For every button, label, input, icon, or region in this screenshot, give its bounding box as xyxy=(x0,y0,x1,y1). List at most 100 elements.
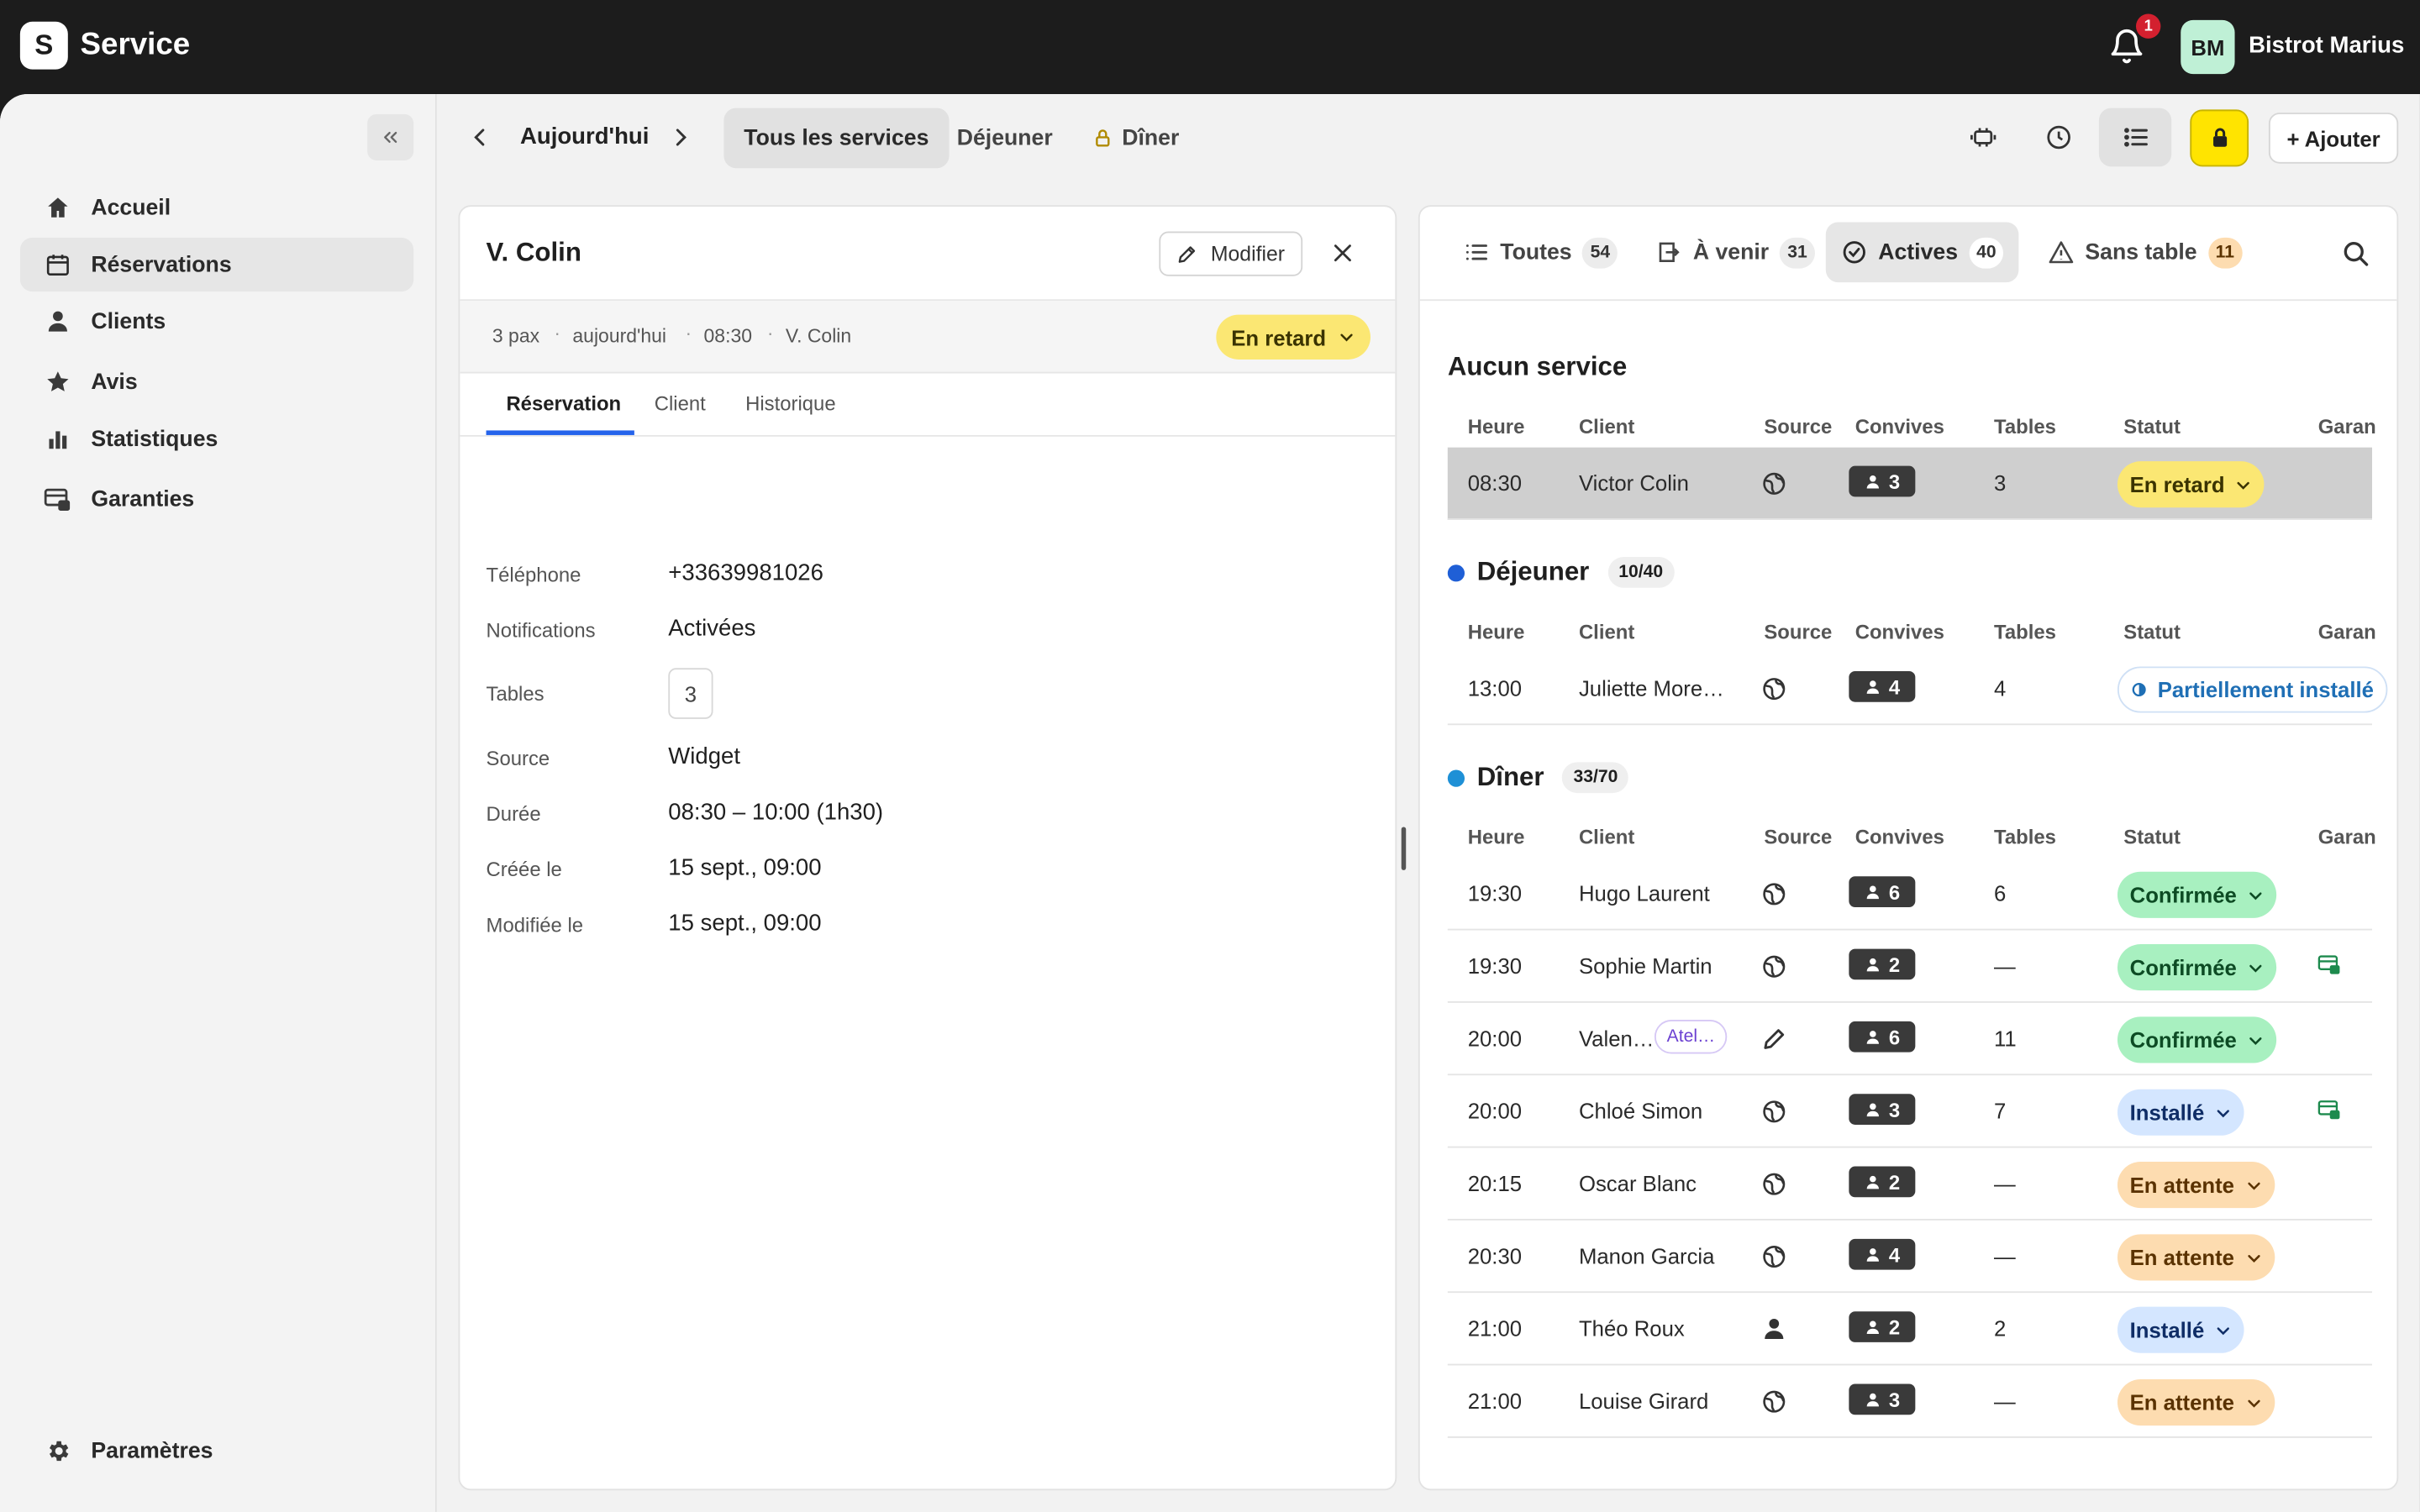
row-client[interactable]: Hugo Laurent xyxy=(1579,881,1710,906)
status-dropdown[interactable]: En attente xyxy=(2117,1379,2275,1426)
phone-value[interactable]: +33639981026 xyxy=(668,560,823,586)
table-layout-icon xyxy=(1970,128,1996,147)
status-dropdown[interactable]: En retard xyxy=(2117,461,2265,508)
account-name[interactable]: Bistrot Marius xyxy=(2249,33,2404,59)
tab-dejeuner[interactable]: Déjeuner xyxy=(937,108,1073,169)
table-row[interactable]: 20:15 Oscar Blanc 2 — En attente xyxy=(1447,1148,2373,1221)
row-client[interactable]: Louise Girard xyxy=(1579,1389,1708,1413)
partial-status-icon xyxy=(2131,682,2146,697)
avatar[interactable]: BM xyxy=(2181,19,2235,75)
add-reservation-button[interactable]: + Ajouter xyxy=(2268,113,2399,164)
next-day-button[interactable] xyxy=(666,122,697,153)
tab-label: Sans table xyxy=(2085,239,2197,265)
modify-button[interactable]: Modifier xyxy=(1159,231,1303,276)
timeline-button[interactable] xyxy=(2022,108,2094,167)
status-label: En attente xyxy=(2129,1172,2234,1198)
double-chevron-left-icon xyxy=(384,131,397,144)
section-title-text: Aucun service xyxy=(1447,351,1628,381)
table-row[interactable]: 08:30 Victor Colin 3 3 En retard xyxy=(1447,447,2373,520)
sidebar-item-statistiques[interactable]: Statistiques xyxy=(20,412,413,465)
row-client[interactable]: Théo Roux xyxy=(1579,1316,1685,1341)
status-dropdown[interactable]: En attente xyxy=(2117,1234,2275,1281)
row-client[interactable]: Victor Colin xyxy=(1579,470,1689,495)
sidebar-item-garanties[interactable]: Garanties xyxy=(20,472,413,526)
list-view-button[interactable] xyxy=(2098,108,2172,167)
row-client[interactable]: Oscar Blanc xyxy=(1579,1171,1697,1195)
table-row[interactable]: 20:00 Valen… Atel… 6 11 Confirmée xyxy=(1447,1003,2373,1076)
globe-icon xyxy=(1761,1243,1787,1269)
service-section-title: Aucun service xyxy=(1448,352,1627,383)
guests-badge: 2 xyxy=(1849,1166,1916,1198)
row-client[interactable]: Sophie Martin xyxy=(1579,953,1712,978)
sidebar-item-accueil[interactable]: Accueil xyxy=(20,181,413,234)
person-icon xyxy=(1761,1316,1787,1342)
tab-toutes[interactable]: Toutes 54 xyxy=(1448,222,1634,282)
status-dropdown[interactable]: Partiellement installé xyxy=(2117,666,2388,713)
close-detail-button[interactable] xyxy=(1328,238,1359,269)
column-header: Garan xyxy=(2317,825,2376,849)
status-label: Partiellement installé xyxy=(2157,677,2374,702)
table-row[interactable]: 19:30 Sophie Martin 2 — Confirmée xyxy=(1447,931,2373,1003)
tab-reservation[interactable]: Réservation xyxy=(506,392,621,416)
check-circle-icon xyxy=(1843,241,1865,264)
chevron-down-icon xyxy=(2248,886,2265,903)
tab-a-venir[interactable]: À venir 31 xyxy=(1640,222,1830,282)
app-logo[interactable]: S xyxy=(19,21,68,70)
close-icon xyxy=(1334,244,1351,262)
row-client[interactable]: Manon Garcia xyxy=(1579,1243,1715,1268)
sidebar-item-avis[interactable]: Avis xyxy=(20,354,413,408)
row-tables: 4 xyxy=(1994,675,2007,701)
pencil-icon xyxy=(1761,1026,1787,1052)
status-label: En attente xyxy=(2129,1389,2234,1415)
panel-resize-handle[interactable] xyxy=(1401,827,1407,870)
current-date[interactable]: Aujourd'hui xyxy=(520,123,649,150)
row-client[interactable]: Valen… xyxy=(1579,1026,1655,1050)
reservation-meta: 3 pax · aujourd'hui · 08:30 · V. Colin E… xyxy=(460,301,1396,374)
tab-diner[interactable]: Dîner xyxy=(1073,108,1200,169)
status-dropdown[interactable]: En attente xyxy=(2117,1162,2275,1209)
status-dropdown[interactable]: Installé xyxy=(2117,1306,2245,1353)
detail-header: V. Colin Modifier xyxy=(460,207,1396,302)
table-row[interactable]: 13:00 Juliette More… 4 4 Partiellement insta… xyxy=(1447,653,2388,726)
table-row[interactable]: 21:00 Louise Girard 3 — En attente xyxy=(1447,1365,2373,1438)
table-chip[interactable]: 3 xyxy=(668,668,713,719)
floor-plan-button[interactable] xyxy=(1946,108,2018,167)
lock-service-button[interactable] xyxy=(2191,111,2248,165)
row-tables: — xyxy=(1994,1171,2016,1196)
chevron-down-icon xyxy=(2215,1321,2232,1338)
table-row[interactable]: 19:30 Hugo Laurent 6 6 Confirmée xyxy=(1447,858,2373,931)
guests-badge: 2 xyxy=(1849,948,1916,980)
sidebar-item-parametres[interactable]: Paramètres xyxy=(20,1424,413,1478)
tab-sans-table[interactable]: Sans table 11 xyxy=(2033,222,2258,282)
tab-count: 40 xyxy=(1968,236,2004,268)
collapse-sidebar-button[interactable] xyxy=(367,113,414,161)
guests-badge: 6 xyxy=(1849,1021,1916,1053)
sidebar-item-label: Avis xyxy=(91,369,138,395)
meta-day: aujourd'hui xyxy=(572,325,667,348)
column-header: Statut xyxy=(2123,825,2181,849)
status-dropdown[interactable]: Confirmée xyxy=(2117,871,2277,918)
table-row[interactable]: 20:30 Manon Garcia 4 — En attente xyxy=(1447,1221,2373,1294)
tab-client[interactable]: Client xyxy=(655,392,706,416)
column-header: Source xyxy=(1764,825,1833,849)
table-row[interactable]: 21:00 Théo Roux 2 2 Installé xyxy=(1447,1293,2373,1366)
tab-actives[interactable]: Actives 40 xyxy=(1825,222,2020,283)
status-dropdown[interactable]: Confirmée xyxy=(2117,1016,2277,1063)
previous-day-button[interactable] xyxy=(465,122,496,153)
tab-historique[interactable]: Historique xyxy=(745,392,836,416)
status-dropdown[interactable]: Confirmée xyxy=(2117,944,2277,991)
row-client[interactable]: Chloé Simon xyxy=(1579,1099,1702,1123)
guests-badge: 6 xyxy=(1849,876,1916,907)
detail-tabs: Réservation Client Historique xyxy=(460,373,1396,437)
tab-all-services[interactable]: Tous les services xyxy=(723,108,950,169)
sidebar-item-clients[interactable]: Clients xyxy=(20,295,413,349)
warning-icon xyxy=(2049,241,2074,264)
row-client[interactable]: Juliette More… xyxy=(1579,675,1724,700)
search-icon[interactable] xyxy=(2339,238,2370,269)
status-dropdown[interactable]: Installé xyxy=(2117,1089,2245,1136)
status-dropdown[interactable]: En retard xyxy=(1216,314,1370,360)
table-row[interactable]: 20:00 Chloé Simon 3 7 Installé xyxy=(1447,1075,2373,1148)
sidebar-item-reservations[interactable]: Réservations xyxy=(19,237,414,292)
service-section-title: Déjeuner 10/40 xyxy=(1447,557,1674,588)
row-tables: 6 xyxy=(1994,880,2007,906)
